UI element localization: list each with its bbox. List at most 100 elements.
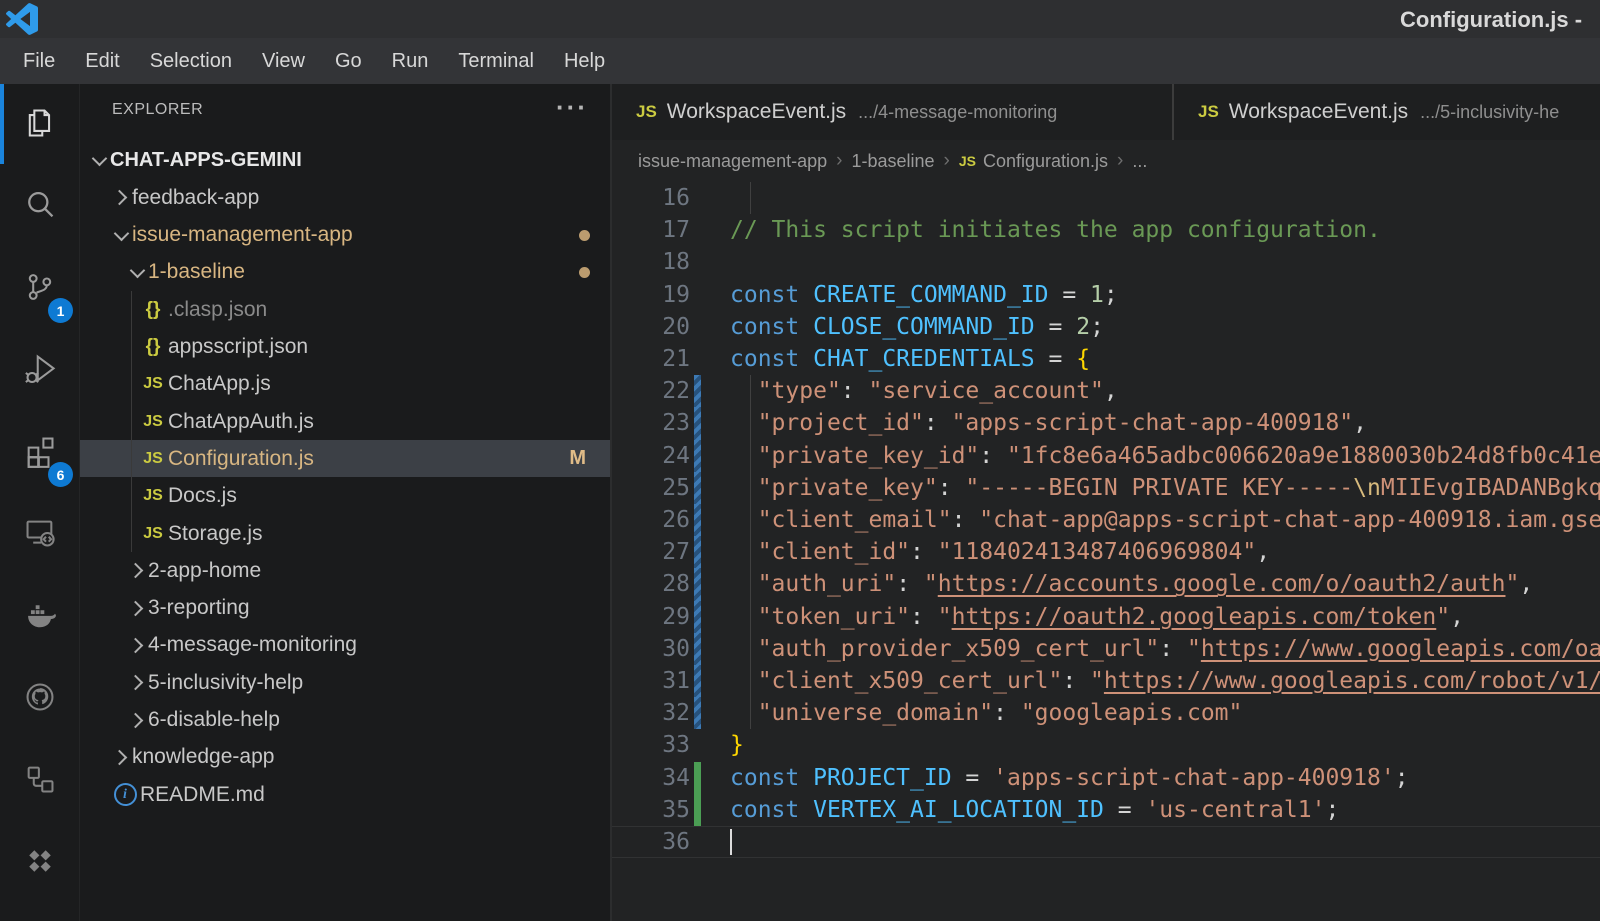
gutter-modified-indicator bbox=[694, 697, 701, 729]
tree-item-chatappauth-js[interactable]: JSChatAppAuth.js bbox=[80, 403, 610, 440]
gutter-added-indicator bbox=[694, 762, 701, 794]
gutter-modified-indicator bbox=[694, 440, 701, 472]
tree-indent-guide bbox=[131, 291, 132, 552]
code-text: "private_key": "-----BEGIN PRIVATE KEY--… bbox=[730, 472, 1600, 504]
modified-dot bbox=[579, 230, 590, 241]
code-line-31[interactable]: 31 "client_x509_cert_url": "https://www.… bbox=[612, 665, 1600, 697]
run-debug-icon bbox=[23, 352, 57, 391]
breadcrumb-item-2[interactable]: 1-baseline bbox=[851, 151, 934, 172]
code-line-22[interactable]: 22 "type": "service_account", bbox=[612, 375, 1600, 407]
chevron-right-icon bbox=[110, 752, 132, 763]
code-text: } bbox=[730, 729, 744, 761]
more-actions-icon[interactable]: ··· bbox=[556, 92, 588, 123]
tree-item-6-disable-help[interactable]: 6-disable-help bbox=[80, 702, 610, 739]
code-line-23[interactable]: 23 "project_id": "apps-script-chat-app-4… bbox=[612, 407, 1600, 439]
breadcrumb-item-1[interactable]: issue-management-app bbox=[638, 151, 827, 172]
code-text: const CREATE_COMMAND_ID = 1; bbox=[730, 279, 1118, 311]
github-icon bbox=[23, 680, 57, 719]
code-line-24[interactable]: 24 "private_key_id": "1fc8e6a465adbc0066… bbox=[612, 440, 1600, 472]
line-number: 33 bbox=[612, 729, 690, 761]
code-line-28[interactable]: 28 "auth_uri": "https://accounts.google.… bbox=[612, 568, 1600, 600]
activity-run-debug[interactable] bbox=[0, 330, 80, 412]
tab-workspaceevent-js-1[interactable]: JSWorkspaceEvent.js.../4-message-monitor… bbox=[612, 84, 1172, 140]
code-line-25[interactable]: 25 "private_key": "-----BEGIN PRIVATE KE… bbox=[612, 472, 1600, 504]
tree-item-label: Docs.js bbox=[168, 484, 237, 508]
gutter-modified-indicator bbox=[694, 568, 701, 600]
chevron-right-icon bbox=[126, 715, 148, 726]
activity-references[interactable] bbox=[0, 740, 80, 822]
activity-diamond-extension[interactable] bbox=[0, 822, 80, 904]
chevron-right-icon bbox=[126, 677, 148, 688]
tree-item-1-baseline[interactable]: 1-baseline bbox=[80, 254, 610, 291]
menu-item-run[interactable]: Run bbox=[377, 50, 444, 73]
tree-item-docs-js[interactable]: JSDocs.js bbox=[80, 478, 610, 515]
code-text: "client_x509_cert_url": "https://www.goo… bbox=[730, 665, 1600, 697]
activity-docker[interactable] bbox=[0, 576, 80, 658]
tab-workspaceevent-js-2[interactable]: JSWorkspaceEvent.js.../5-inclusivity-he bbox=[1174, 84, 1600, 140]
code-line-17[interactable]: 17// This script initiates the app confi… bbox=[612, 214, 1600, 246]
breadcrumb-chevron-icon: › bbox=[836, 150, 842, 172]
code-line-34[interactable]: 34const PROJECT_ID = 'apps-script-chat-a… bbox=[612, 762, 1600, 794]
tree-item-storage-js[interactable]: JSStorage.js bbox=[80, 515, 610, 552]
menu-item-view[interactable]: View bbox=[247, 50, 320, 73]
code-line-26[interactable]: 26 "client_email": "chat-app@apps-script… bbox=[612, 504, 1600, 536]
tree-item-4-message-monitoring[interactable]: 4-message-monitoring bbox=[80, 627, 610, 664]
menu-item-terminal[interactable]: Terminal bbox=[443, 50, 549, 73]
tree-item-readme-md[interactable]: iREADME.md bbox=[80, 776, 610, 813]
tree-item-3-reporting[interactable]: 3-reporting bbox=[80, 590, 610, 627]
tree-item-label: 5-inclusivity-help bbox=[148, 671, 303, 695]
workspace-root[interactable]: CHAT-APPS-GEMINI bbox=[80, 142, 610, 179]
menu-item-help[interactable]: Help bbox=[549, 50, 620, 73]
breadcrumb-item-4[interactable]: ... bbox=[1132, 151, 1147, 172]
code-line-30[interactable]: 30 "auth_provider_x509_cert_url": "https… bbox=[612, 633, 1600, 665]
references-icon bbox=[23, 762, 57, 801]
code-line-16[interactable]: 16 bbox=[612, 182, 1600, 214]
breadcrumb-label: Configuration.js bbox=[983, 151, 1108, 172]
breadcrumb-label: 1-baseline bbox=[851, 151, 934, 172]
code-line-21[interactable]: 21const CHAT_CREDENTIALS = { bbox=[612, 343, 1600, 375]
chevron-right-icon bbox=[126, 565, 148, 576]
breadcrumb-item-3[interactable]: JSConfiguration.js bbox=[959, 151, 1108, 172]
activity-extensions[interactable]: 6 bbox=[0, 412, 80, 494]
tree-item-appsscript-json[interactable]: {}appsscript.json bbox=[80, 329, 610, 366]
activity-explorer[interactable] bbox=[0, 84, 80, 166]
extensions-badge: 6 bbox=[48, 462, 73, 487]
js-file-icon: JS bbox=[138, 487, 168, 505]
tree-item-configuration-js[interactable]: JSConfiguration.jsM bbox=[80, 440, 610, 477]
tree-item-feedback-app[interactable]: feedback-app bbox=[80, 179, 610, 216]
menu-item-selection[interactable]: Selection bbox=[135, 50, 247, 73]
tree-item-label: 1-baseline bbox=[148, 260, 245, 284]
code-line-29[interactable]: 29 "token_uri": "https://oauth2.googleap… bbox=[612, 601, 1600, 633]
code-text: "client_email": "chat-app@apps-script-ch… bbox=[730, 504, 1600, 536]
code-line-20[interactable]: 20const CLOSE_COMMAND_ID = 2; bbox=[612, 311, 1600, 343]
code-line-36[interactable]: 36 bbox=[612, 826, 1600, 858]
line-number: 16 bbox=[612, 182, 690, 214]
activity-source-control[interactable]: 1 bbox=[0, 248, 80, 330]
tree-item--clasp-json[interactable]: {}.clasp.json bbox=[80, 291, 610, 328]
vscode-logo-icon bbox=[6, 3, 38, 35]
activity-remote-explorer[interactable] bbox=[0, 494, 80, 576]
code-line-35[interactable]: 35const VERTEX_AI_LOCATION_ID = 'us-cent… bbox=[612, 794, 1600, 826]
gutter-modified-indicator bbox=[694, 601, 701, 633]
code-line-19[interactable]: 19const CREATE_COMMAND_ID = 1; bbox=[612, 279, 1600, 311]
activity-search[interactable] bbox=[0, 166, 80, 248]
code-editor[interactable]: 1617// This script initiates the app con… bbox=[612, 182, 1600, 921]
js-file-icon: JS bbox=[138, 450, 168, 468]
tree-item-knowledge-app[interactable]: knowledge-app bbox=[80, 739, 610, 776]
code-line-32[interactable]: 32 "universe_domain": "googleapis.com" bbox=[612, 697, 1600, 729]
tree-item-chatapp-js[interactable]: JSChatApp.js bbox=[80, 366, 610, 403]
menu-item-edit[interactable]: Edit bbox=[70, 50, 134, 73]
code-text: const PROJECT_ID = 'apps-script-chat-app… bbox=[730, 762, 1409, 794]
js-file-icon: JS bbox=[138, 375, 168, 393]
activity-github[interactable] bbox=[0, 658, 80, 740]
menu-item-file[interactable]: File bbox=[8, 50, 70, 73]
code-line-33[interactable]: 33} bbox=[612, 729, 1600, 761]
explorer-title: EXPLORER bbox=[112, 101, 203, 119]
menu-item-go[interactable]: Go bbox=[320, 50, 377, 73]
tree-item-5-inclusivity-help[interactable]: 5-inclusivity-help bbox=[80, 664, 610, 701]
tree-item-label: ChatApp.js bbox=[168, 372, 271, 396]
code-line-18[interactable]: 18 bbox=[612, 246, 1600, 278]
tree-item-issue-management-app[interactable]: issue-management-app bbox=[80, 217, 610, 254]
code-line-27[interactable]: 27 "client_id": "118402413487406969804", bbox=[612, 536, 1600, 568]
tree-item-2-app-home[interactable]: 2-app-home bbox=[80, 552, 610, 589]
